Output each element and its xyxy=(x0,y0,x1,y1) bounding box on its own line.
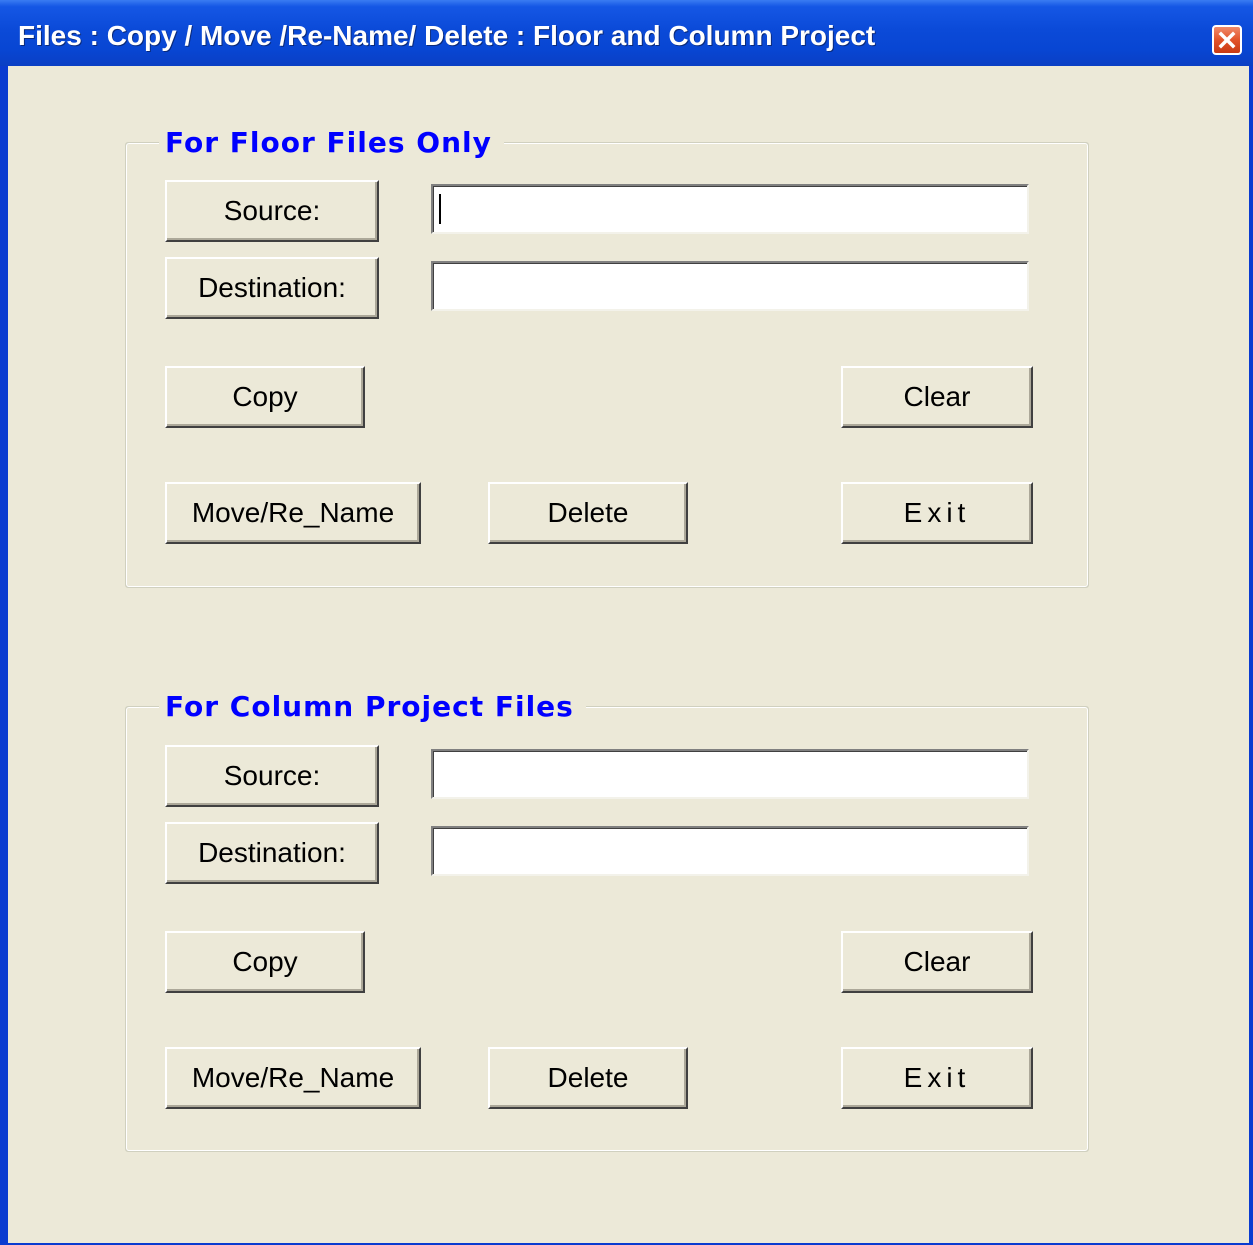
column-destination-label: Destination: xyxy=(198,837,346,868)
column-source-button[interactable]: Source: xyxy=(165,745,379,807)
column-delete-button[interactable]: Delete xyxy=(488,1047,688,1109)
close-button[interactable] xyxy=(1212,25,1242,55)
column-files-group: For Column Project Files Source: Destina… xyxy=(125,690,1089,1152)
floor-destination-button[interactable]: Destination: xyxy=(165,257,379,319)
column-move-rename-label: Move/Re_Name xyxy=(191,1062,395,1093)
column-exit-button[interactable]: Exit xyxy=(841,1047,1033,1109)
floor-destination-field[interactable] xyxy=(431,261,1029,311)
column-delete-label: Delete xyxy=(547,1062,629,1093)
floor-copy-label: Copy xyxy=(232,381,298,412)
floor-destination-label: Destination: xyxy=(198,272,346,303)
floor-delete-label: Delete xyxy=(547,497,629,528)
title-bar[interactable]: Files : Copy / Move /Re-Name/ Delete : F… xyxy=(0,0,1253,66)
column-exit-label: Exit xyxy=(903,1062,971,1093)
floor-source-field[interactable] xyxy=(431,184,1029,234)
floor-source-input[interactable] xyxy=(439,186,1021,232)
column-source-label: Source: xyxy=(223,760,321,791)
column-group-legend: For Column Project Files xyxy=(159,690,586,723)
column-clear-button[interactable]: Clear xyxy=(841,931,1033,993)
floor-exit-button[interactable]: Exit xyxy=(841,482,1033,544)
column-destination-button[interactable]: Destination: xyxy=(165,822,379,884)
floor-move-rename-label: Move/Re_Name xyxy=(191,497,395,528)
column-source-field[interactable] xyxy=(431,749,1029,799)
floor-clear-button[interactable]: Clear xyxy=(841,366,1033,428)
text-caret xyxy=(439,194,441,224)
column-destination-field[interactable] xyxy=(431,826,1029,876)
floor-source-label: Source: xyxy=(223,195,321,226)
floor-source-button[interactable]: Source: xyxy=(165,180,379,242)
column-source-input[interactable] xyxy=(439,751,1021,797)
floor-group-legend: For Floor Files Only xyxy=(159,126,504,159)
column-destination-input[interactable] xyxy=(439,828,1021,874)
column-clear-label: Clear xyxy=(903,946,971,977)
column-move-rename-button[interactable]: Move/Re_Name xyxy=(165,1047,421,1109)
floor-clear-label: Clear xyxy=(903,381,971,412)
floor-move-rename-button[interactable]: Move/Re_Name xyxy=(165,482,421,544)
dialog-client-area: For Floor Files Only Source: Destination… xyxy=(8,66,1249,1243)
floor-exit-label: Exit xyxy=(903,497,971,528)
window-title: Files : Copy / Move /Re-Name/ Delete : F… xyxy=(18,20,876,51)
column-copy-label: Copy xyxy=(232,946,298,977)
floor-destination-input[interactable] xyxy=(439,263,1021,309)
floor-delete-button[interactable]: Delete xyxy=(488,482,688,544)
column-copy-button[interactable]: Copy xyxy=(165,931,365,993)
close-icon xyxy=(1218,31,1236,49)
floor-files-group: For Floor Files Only Source: Destination… xyxy=(125,126,1089,588)
floor-copy-button[interactable]: Copy xyxy=(165,366,365,428)
dialog-window: Files : Copy / Move /Re-Name/ Delete : F… xyxy=(0,0,1253,1245)
